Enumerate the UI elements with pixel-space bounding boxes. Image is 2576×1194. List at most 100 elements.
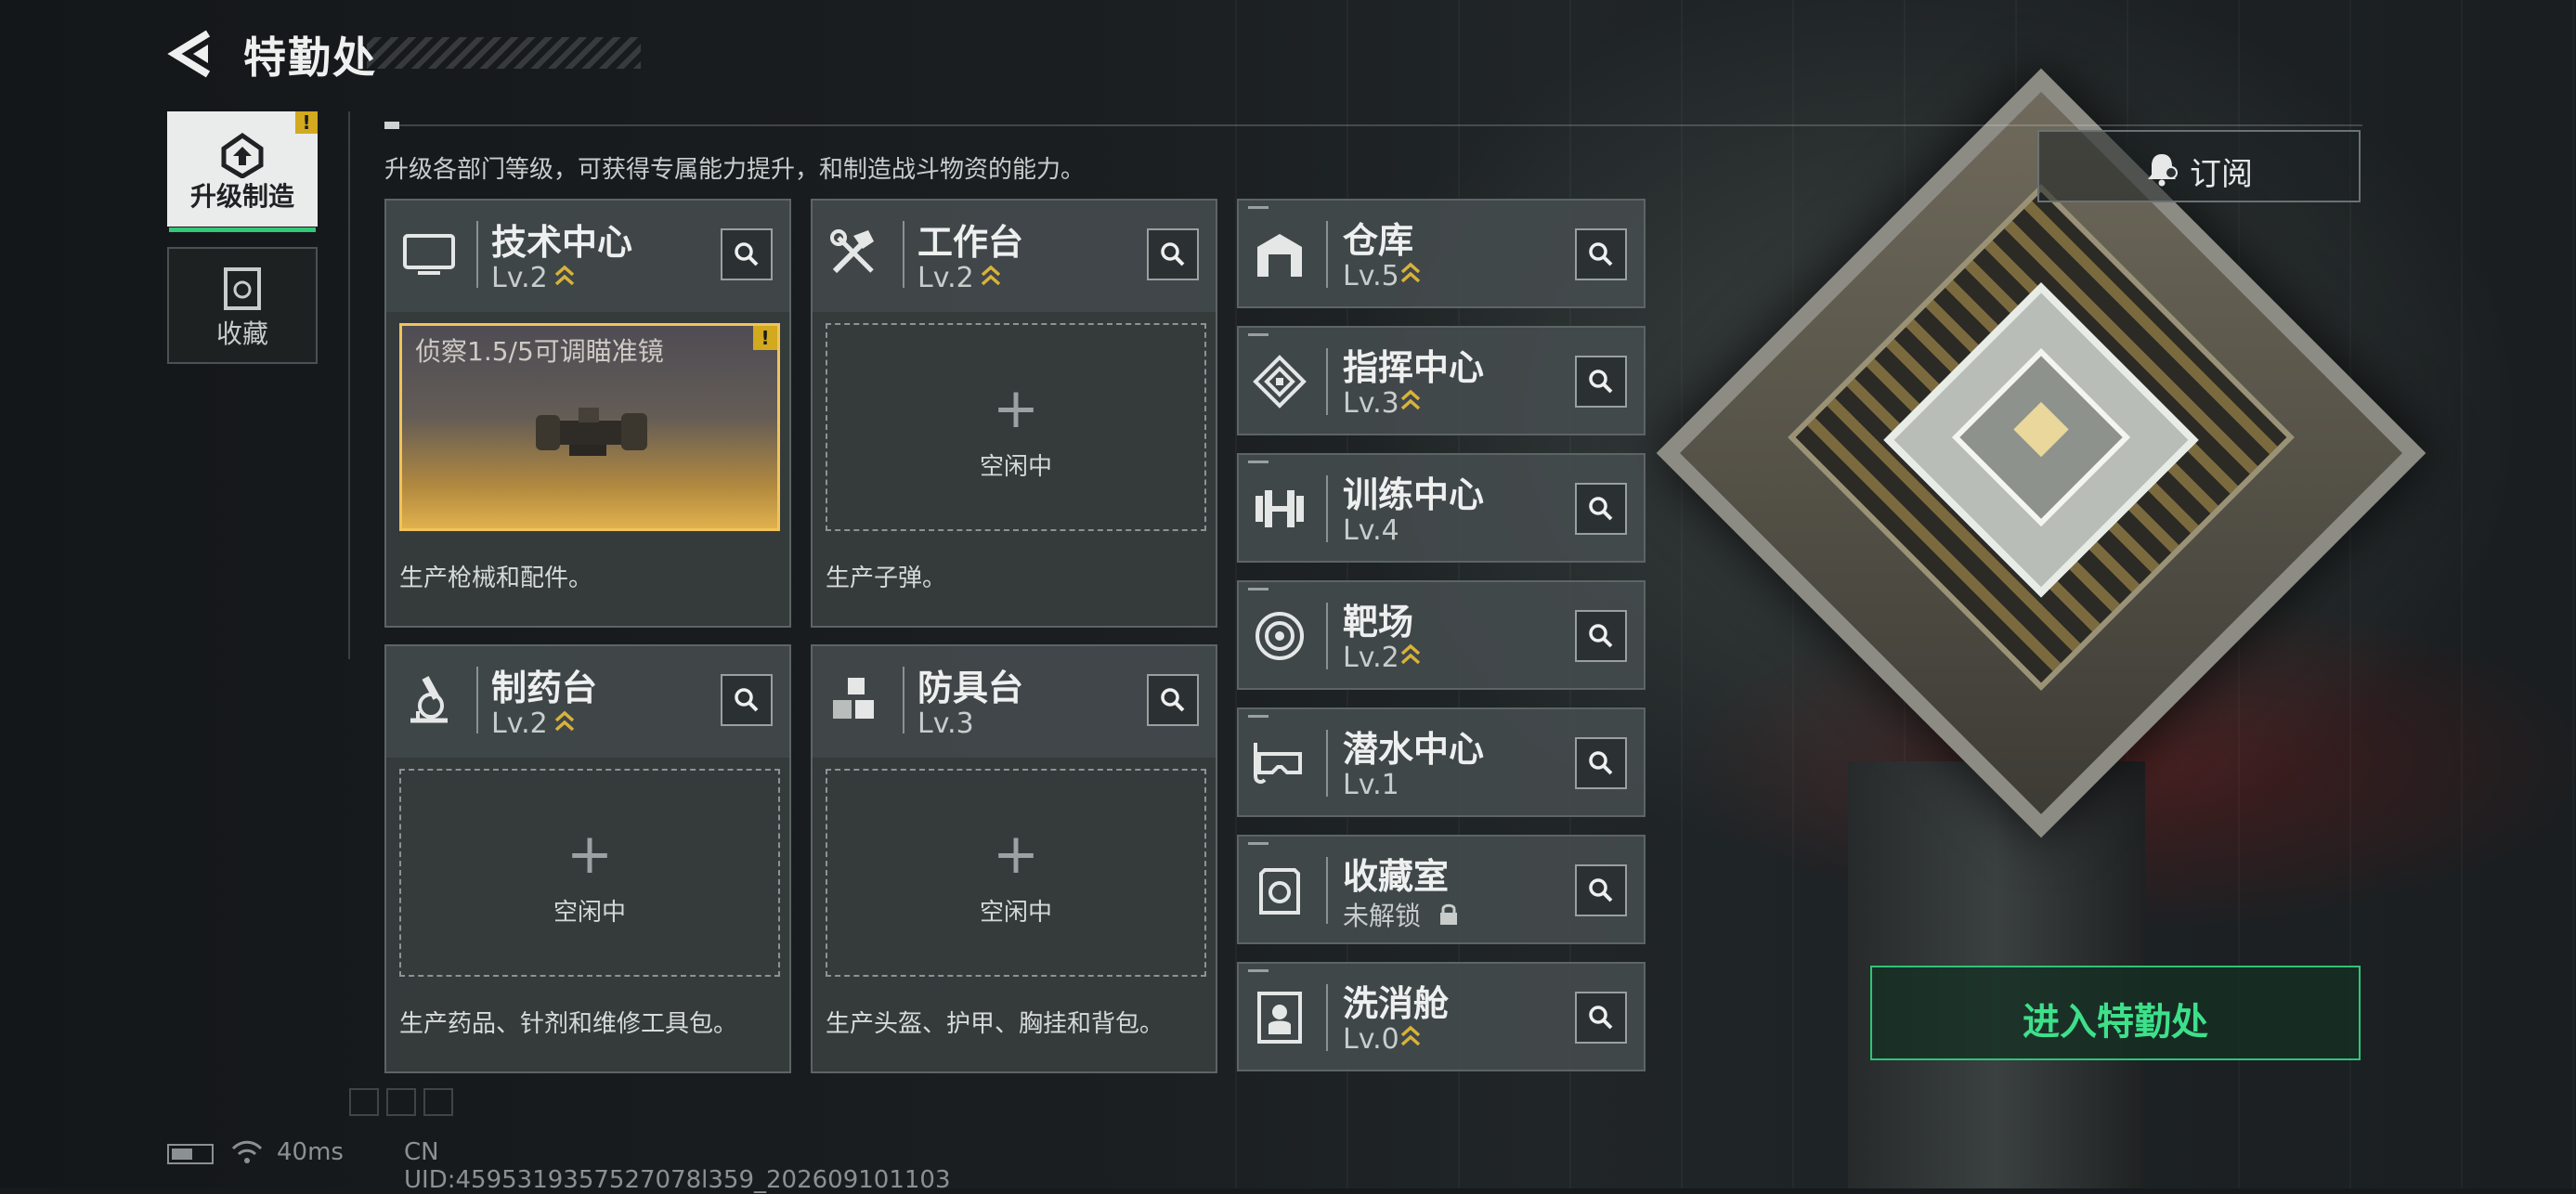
workshop-name: 防具台 [917, 668, 1024, 708]
search-icon [1589, 751, 1613, 775]
tools-icon [830, 229, 874, 274]
slot-status: 空闲中 [979, 899, 1052, 927]
inspect-button[interactable] [1575, 737, 1627, 789]
inspect-button[interactable] [1575, 864, 1627, 916]
facility-level: 未解锁 [1343, 901, 1422, 931]
production-slot[interactable]: + 空闲中 [826, 769, 1206, 977]
production-slot[interactable]: + 空闲中 [399, 769, 780, 977]
search-icon [1589, 624, 1613, 648]
search-icon [1589, 878, 1613, 902]
battery-icon [167, 1144, 214, 1164]
facility-name: 收藏室 [1343, 856, 1450, 897]
facility-level: Lv.5 [1343, 260, 1399, 292]
facility-decontamination-chamber[interactable]: 洗消舱 Lv.0 [1237, 962, 1646, 1071]
wifi-icon [231, 1140, 263, 1163]
page-title: 特勤处 [243, 32, 377, 83]
subscribe-label: 订阅 [2190, 156, 2253, 193]
facility-level: Lv.3 [1343, 387, 1399, 420]
armor-blocks-icon [833, 678, 874, 719]
search-icon [1161, 688, 1185, 712]
facility-name: 指挥中心 [1343, 347, 1485, 388]
workshop-level: Lv.2 [491, 262, 548, 294]
warehouse-icon [1257, 234, 1302, 277]
inspect-button[interactable] [721, 674, 773, 726]
facility-name: 仓库 [1343, 220, 1414, 261]
plus-icon: + [992, 376, 1040, 441]
upgrade-available-icon [1399, 387, 1422, 420]
collection-icon [1259, 868, 1300, 915]
dumbbell-icon [1255, 490, 1304, 527]
facility-level: Lv.4 [1343, 514, 1399, 547]
divider-cap [384, 122, 399, 129]
enter-special-ops-button[interactable]: 进入特勤处 [1870, 966, 2361, 1060]
tab-label: 升级制造 [189, 181, 294, 212]
footer-decoration [349, 1088, 461, 1120]
monitor-icon [403, 234, 455, 275]
facility-collection-room[interactable]: 收藏室 未解锁 [1237, 835, 1646, 944]
facility-name: 靶场 [1343, 602, 1414, 642]
upgrade-available-icon [1399, 1023, 1422, 1056]
diving-mask-icon [1254, 743, 1302, 785]
collection-icon [224, 267, 261, 310]
ping-value: 40ms [277, 1138, 344, 1166]
tab-collection[interactable]: 收藏 [167, 247, 318, 364]
inspect-button[interactable] [1575, 483, 1627, 535]
crafting-slot[interactable]: 侦察1.5/5可调瞄准镜 ! [399, 323, 780, 531]
production-slot[interactable]: + 空闲中 [826, 323, 1206, 531]
workshop-level: Lv.2 [491, 707, 548, 740]
facility-command-center[interactable]: 指挥中心 Lv.3 [1237, 326, 1646, 435]
plus-icon: + [566, 822, 614, 887]
workshop-name: 制药台 [491, 668, 598, 708]
facility-training-center[interactable]: 训练中心 Lv.4 [1237, 453, 1646, 563]
workshop-name: 技术中心 [491, 222, 633, 263]
inspect-button[interactable] [1575, 992, 1627, 1044]
product-description: 生产头盔、护甲、胸挂和背包。 [826, 1010, 1164, 1038]
tab-upgrade-craft[interactable]: 升级制造 ! [167, 111, 318, 232]
workshop-card-tech-center[interactable]: 技术中心 Lv.2 侦察1.5/5可调瞄准镜 ! 生产枪械和配件。 [384, 199, 791, 628]
upgrade-available-icon [1399, 642, 1422, 674]
scope-item-image [536, 408, 647, 456]
product-description: 生产子弹。 [826, 565, 947, 592]
facility-warehouse[interactable]: 仓库 Lv.5 [1237, 199, 1646, 308]
workshop-card-armor-bench[interactable]: 防具台 Lv.3 + 空闲中 生产头盔、护甲、胸挂和背包。 [811, 644, 1217, 1073]
inspect-button[interactable] [721, 228, 773, 280]
facility-diving-center[interactable]: 潜水中心 Lv.1 [1237, 707, 1646, 817]
command-center-icon [1253, 355, 1307, 409]
enter-label: 进入特勤处 [2023, 1001, 2208, 1044]
upgrade-available-icon [1399, 260, 1422, 292]
workshop-card-workbench[interactable]: 工作台 Lv.2 + 空闲中 生产子弹。 [811, 199, 1217, 628]
inspect-button[interactable] [1575, 356, 1627, 408]
facility-name: 训练中心 [1343, 474, 1485, 515]
upgrade-icon [221, 132, 264, 178]
divider [348, 111, 350, 659]
back-icon[interactable] [167, 28, 214, 80]
inspect-button[interactable] [1147, 228, 1199, 280]
workshop-level: Lv.3 [917, 707, 974, 740]
section-description: 升级各部门等级，可获得专属能力提升，和制造战斗物资的能力。 [384, 156, 1086, 184]
plus-icon: + [992, 822, 1040, 887]
product-description: 生产药品、针剂和维修工具包。 [399, 1010, 738, 1038]
search-icon [735, 242, 759, 266]
subscribe-button[interactable]: 订阅 [2037, 130, 2361, 202]
title-decoration [367, 37, 641, 69]
inspect-button[interactable] [1147, 674, 1199, 726]
workshop-card-pharmacy[interactable]: 制药台 Lv.2 + 空闲中 生产药品、针剂和维修工具包。 [384, 644, 791, 1073]
tab-label: 收藏 [215, 318, 268, 349]
facility-shooting-range[interactable]: 靶场 Lv.2 [1237, 580, 1646, 690]
search-icon [1589, 370, 1613, 394]
product-description: 生产枪械和配件。 [399, 565, 593, 592]
search-icon [1161, 242, 1185, 266]
upgrade-available-icon [553, 708, 576, 741]
search-icon [1589, 1006, 1613, 1030]
slot-status: 空闲中 [553, 899, 626, 927]
facility-name: 潜水中心 [1343, 729, 1485, 770]
facility-level: Lv.1 [1343, 769, 1399, 801]
bell-icon [2148, 154, 2178, 187]
inspect-button[interactable] [1575, 610, 1627, 662]
upgrade-available-icon [553, 263, 576, 295]
inspect-button[interactable] [1575, 228, 1627, 280]
search-icon [1589, 242, 1613, 266]
crafting-item-name: 侦察1.5/5可调瞄准镜 [415, 336, 664, 367]
active-tab-indicator [169, 227, 316, 232]
facility-name: 洗消舱 [1343, 983, 1450, 1024]
